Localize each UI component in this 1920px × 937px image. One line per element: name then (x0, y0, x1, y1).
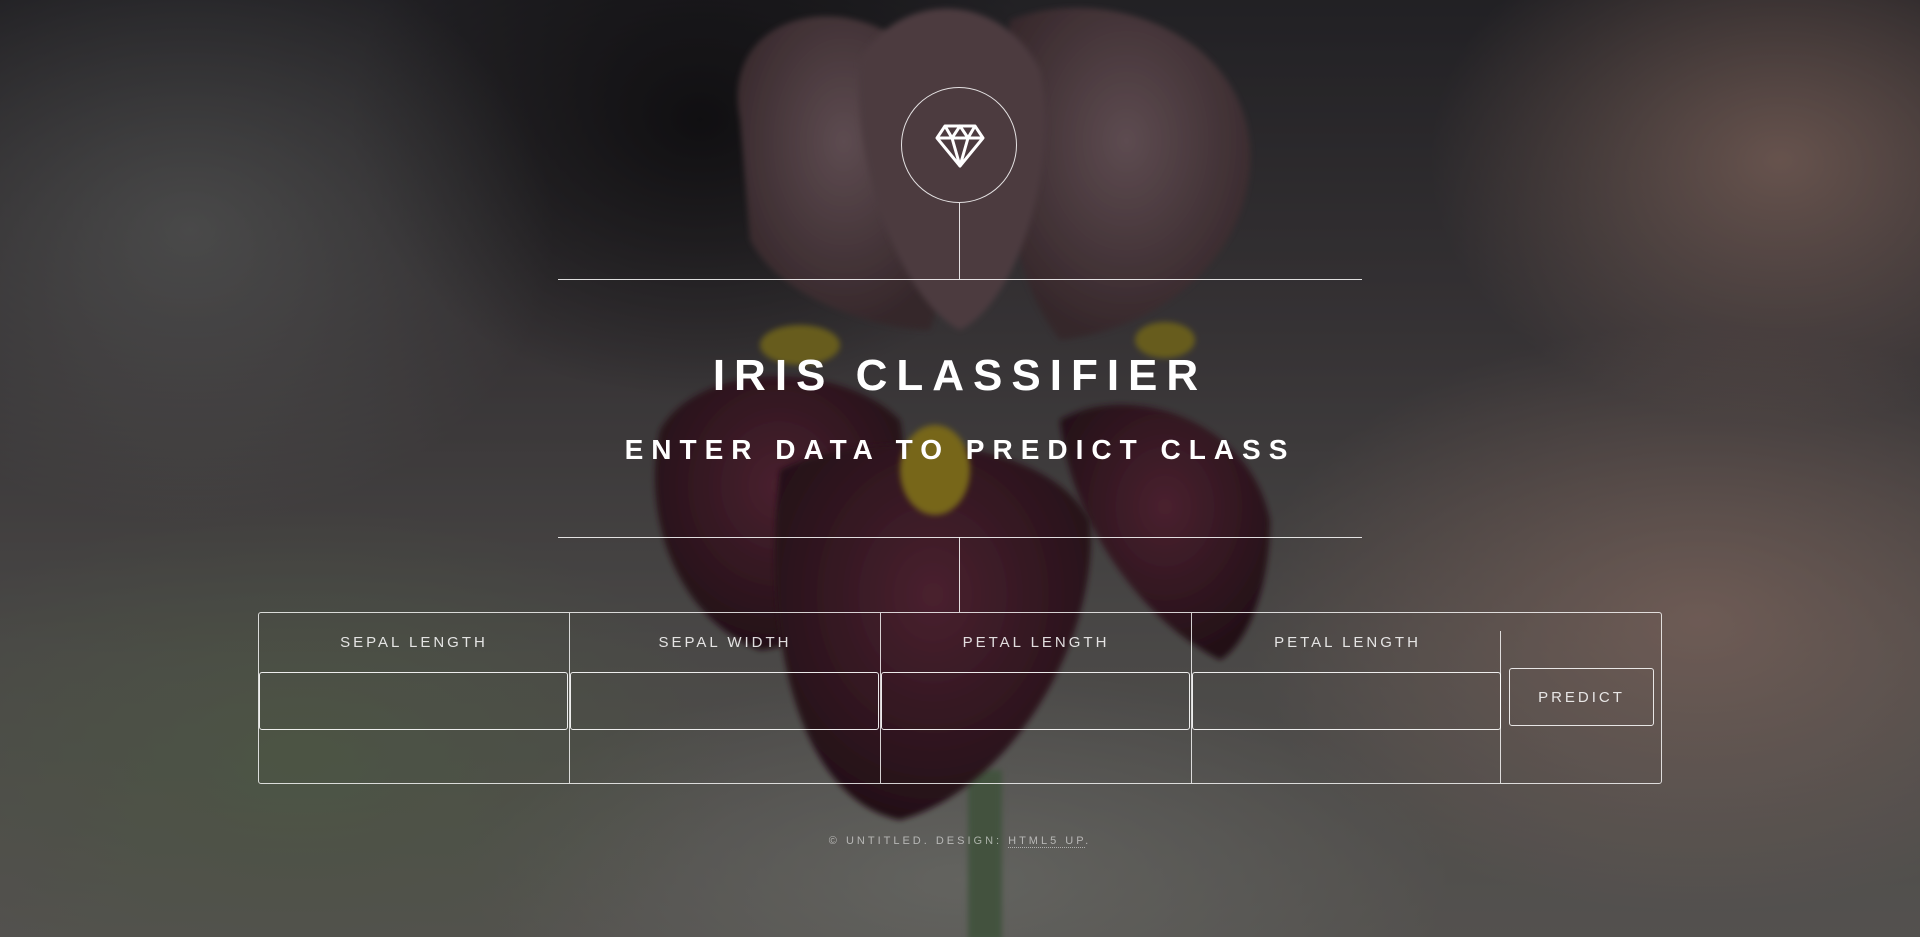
petal-length-input[interactable] (881, 672, 1190, 730)
page-subtitle: ENTER DATA TO PREDICT CLASS (624, 434, 1296, 465)
field-label: PETAL LENGTH (1274, 634, 1421, 651)
page-title: IRIS CLASSIFIER (712, 351, 1208, 400)
field-sepal-width: SEPAL WIDTH (570, 613, 881, 783)
header-top-divider (558, 279, 1362, 280)
field-label: PETAL LENGTH (962, 634, 1110, 651)
footer-trailing: . (1085, 835, 1092, 847)
field-label: SEPAL WIDTH (658, 634, 792, 651)
field-petal-length: PETAL LENGTH (881, 613, 1192, 783)
copyright-text: © UNTITLED. DESIGN: (828, 835, 1009, 847)
field-sepal-length: SEPAL LENGTH (259, 613, 570, 783)
field-label: SEPAL LENGTH (340, 634, 488, 651)
html5up-link[interactable]: HTML5 UP (1008, 835, 1086, 848)
footer: © UNTITLED. DESIGN: HTML5 UP. (560, 833, 1360, 849)
petal-length-input-2[interactable] (1192, 672, 1501, 730)
submit-column: PREDICT (1500, 631, 1661, 783)
header-bottom-divider (558, 537, 1362, 538)
prediction-form: SEPAL LENGTH SEPAL WIDTH PETAL LENGTH PE… (258, 612, 1662, 784)
sepal-width-input[interactable] (570, 672, 879, 730)
predict-button[interactable]: PREDICT (1509, 668, 1654, 726)
logo-connector-line (959, 203, 960, 279)
diamond-icon (935, 124, 985, 168)
sepal-length-input[interactable] (259, 672, 568, 730)
field-petal-length-2: PETAL LENGTH (1192, 613, 1503, 783)
page-content: IRIS CLASSIFIER ENTER DATA TO PREDICT CL… (0, 0, 1920, 937)
logo (901, 87, 1017, 203)
form-connector-line (959, 537, 960, 612)
